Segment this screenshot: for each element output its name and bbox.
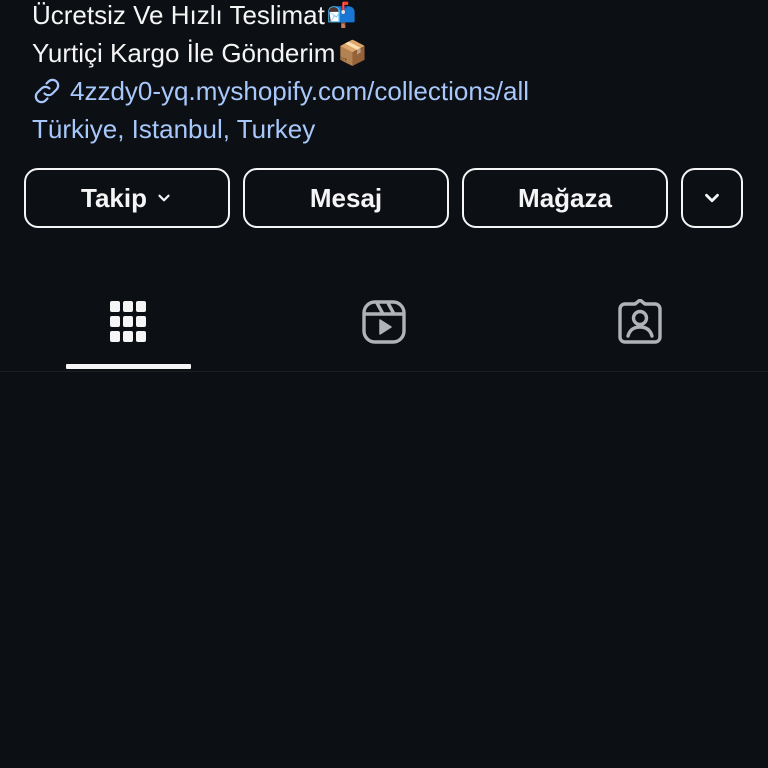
message-button[interactable]: Mesaj — [243, 168, 449, 228]
bio-line-cargo: Yurtiçi Kargo İle Gönderim 📦 — [32, 34, 732, 72]
mailbox-emoji-icon: 📬 — [326, 1, 357, 29]
package-emoji-icon: 📦 — [337, 39, 368, 67]
follow-button-label: Takip — [81, 182, 147, 213]
chevron-down-icon — [705, 193, 719, 203]
profile-action-buttons: Takip Mesaj Mağaza — [24, 168, 744, 232]
link-icon — [34, 78, 60, 104]
tab-tagged[interactable] — [570, 285, 710, 369]
bio-location[interactable]: Türkiye, Istanbul, Turkey — [32, 110, 732, 148]
profile-bio: Ücretsiz Ve Hızlı Teslimat 📬 Yurtiçi Karg… — [32, 0, 732, 148]
bio-line-shipping: Ücretsiz Ve Hızlı Teslimat 📬 — [32, 0, 732, 34]
bio-website-link[interactable]: 4zzdy0-yq.myshopify.com/collections/all — [32, 72, 732, 110]
bio-website-link-text[interactable]: 4zzdy0-yq.myshopify.com/collections/all — [70, 72, 529, 110]
follow-button[interactable]: Takip — [24, 168, 230, 228]
posts-grid-area — [0, 372, 768, 768]
store-button[interactable]: Mağaza — [462, 168, 668, 228]
bio-line-cargo-text: Yurtiçi Kargo İle Gönderim — [32, 38, 336, 68]
profile-content-tabs — [0, 285, 768, 372]
message-button-label: Mesaj — [309, 182, 383, 213]
tab-reels[interactable] — [314, 285, 454, 369]
tab-grid[interactable] — [58, 285, 198, 369]
reels-icon — [362, 300, 406, 344]
bio-line-shipping-text: Ücretsiz Ve Hızlı Teslimat — [32, 0, 325, 30]
selected-tab-indicator — [66, 364, 191, 369]
chevron-down-icon — [158, 194, 170, 202]
grid-icon — [110, 301, 146, 342]
tagged-person-icon — [618, 299, 662, 344]
store-button-label: Mağaza — [518, 182, 612, 213]
suggested-accounts-button[interactable] — [681, 168, 743, 228]
